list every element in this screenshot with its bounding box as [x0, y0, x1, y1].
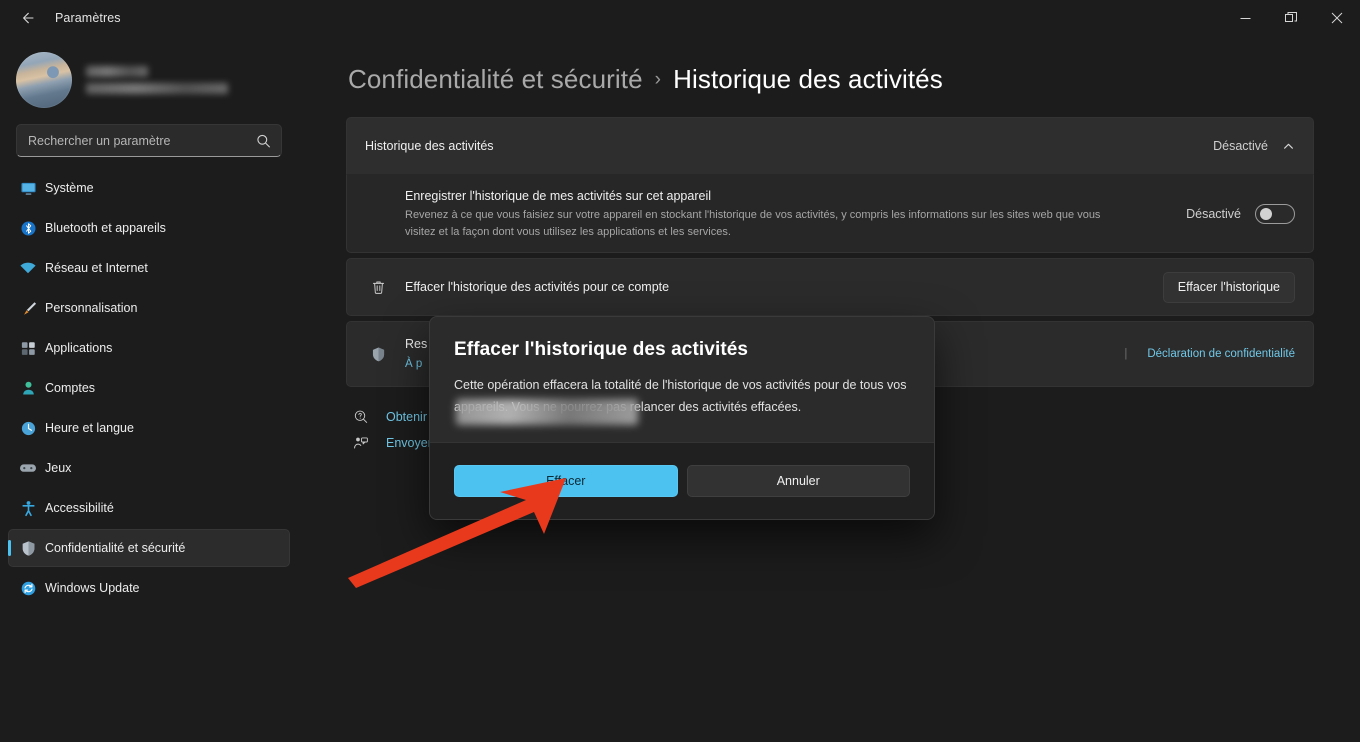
window-controls	[1222, 0, 1360, 36]
search-box[interactable]	[16, 124, 282, 157]
chevron-up-icon[interactable]	[1282, 140, 1295, 153]
avatar	[16, 52, 72, 108]
wifi-icon	[19, 259, 37, 277]
link-separator: |	[1124, 348, 1128, 361]
shield-icon	[19, 539, 37, 557]
sidebar: Système Bluetooth et appareils	[0, 36, 298, 742]
sidebar-item-systeme[interactable]: Système	[8, 169, 290, 207]
sidebar-item-label: Heure et langue	[45, 420, 134, 435]
device-history-toggle[interactable]	[1255, 203, 1295, 224]
expander-title: Historique des activités	[365, 138, 494, 153]
sidebar-item-label: Comptes	[45, 380, 96, 395]
bluetooth-icon	[19, 219, 37, 237]
sidebar-item-label: Windows Update	[45, 580, 140, 595]
profile-section[interactable]	[0, 44, 298, 120]
page-title: Historique des activités	[673, 64, 943, 94]
sidebar-item-bluetooth[interactable]: Bluetooth et appareils	[8, 209, 290, 247]
sidebar-item-label: Accessibilité	[45, 500, 114, 515]
breadcrumb: Confidentialité et sécurité › Historique…	[348, 64, 1314, 95]
device-history-title: Enregistrer l'historique de mes activité…	[405, 189, 711, 203]
apps-grid-icon	[19, 339, 37, 357]
breadcrumb-parent[interactable]: Confidentialité et sécurité	[348, 64, 643, 95]
sidebar-item-label: Personnalisation	[45, 300, 138, 315]
get-help-label: Obtenir	[386, 410, 427, 425]
device-history-description: Revenez à ce que vous faisiez sur votre …	[405, 209, 1101, 238]
sidebar-item-windows-update[interactable]: Windows Update	[8, 569, 290, 607]
sidebar-item-label: Jeux	[45, 460, 72, 475]
send-feedback-label: Envoyer	[386, 436, 432, 451]
sidebar-item-comptes[interactable]: Comptes	[8, 369, 290, 407]
redacted-email	[86, 83, 228, 94]
dialog-confirm-button[interactable]: Effacer	[454, 465, 678, 497]
sidebar-item-label: Applications	[45, 340, 113, 355]
gamepad-icon	[19, 459, 37, 477]
redacted-name	[86, 66, 148, 77]
dialog-body-line3: activités effacées.	[702, 399, 802, 414]
restore-button[interactable]	[1268, 0, 1314, 36]
activity-history-expander[interactable]: Historique des activités Désactivé	[346, 117, 1314, 175]
clear-history-row: Effacer l'historique des activités pour …	[347, 259, 1313, 315]
minimize-button[interactable]	[1222, 0, 1268, 36]
accessibility-person-icon	[19, 499, 37, 517]
search-section	[0, 120, 298, 167]
back-button[interactable]	[8, 3, 46, 33]
sidebar-item-applications[interactable]: Applications	[8, 329, 290, 367]
sidebar-item-label: Bluetooth et appareils	[45, 220, 166, 235]
update-refresh-icon	[19, 579, 37, 597]
help-question-icon	[350, 409, 372, 425]
device-history-toggle-state: Désactivé	[1186, 206, 1241, 221]
dialog-body-line1: Cette opération effacera la totalité de …	[454, 378, 840, 392]
dialog-body: Cette opération effacera la totalité de …	[454, 375, 910, 425]
dialog-title: Effacer l'historique des activités	[454, 339, 749, 360]
privacy-statement-link[interactable]: Déclaration de confidentialité	[1147, 348, 1295, 360]
toggle-knob	[1260, 207, 1272, 220]
shield-icon	[365, 346, 391, 363]
sidebar-item-label: Réseau et Internet	[45, 260, 148, 275]
display-icon	[19, 179, 37, 197]
sidebar-item-jeux[interactable]: Jeux	[8, 449, 290, 487]
profile-name-redacted	[86, 66, 228, 94]
trash-icon	[365, 279, 391, 296]
app-title: Paramètres	[55, 11, 121, 25]
expander-header-row[interactable]: Historique des activités Désactivé	[347, 118, 1313, 174]
clear-history-card: Effacer l'historique des activités pour …	[346, 258, 1314, 317]
sidebar-item-label: Système	[45, 180, 94, 195]
device-history-row: Enregistrer l'historique de mes activité…	[347, 175, 1313, 252]
sidebar-item-heure-langue[interactable]: Heure et langue	[8, 409, 290, 447]
redacted-account-name	[456, 399, 638, 425]
sidebar-item-confidentialite-securite[interactable]: Confidentialité et sécurité	[8, 529, 290, 567]
sidebar-item-personnalisation[interactable]: Personnalisation	[8, 289, 290, 327]
settings-window: Paramètres Rechercher un paramètre Systè…	[0, 0, 1360, 742]
sidebar-item-label: Confidentialité et sécurité	[45, 540, 186, 555]
sidebar-nav: Système Bluetooth et appareils Réseau et…	[0, 167, 298, 607]
close-button[interactable]	[1314, 0, 1360, 36]
clear-history-button[interactable]: Effacer l'historique	[1162, 271, 1295, 303]
device-history-card: Enregistrer l'historique de mes activité…	[346, 175, 1314, 254]
search-icon	[256, 133, 271, 148]
clear-activity-history-dialog: Effacer l'historique des activités Cette…	[429, 316, 935, 520]
resources-subtitle[interactable]: À p	[405, 358, 422, 370]
paintbrush-icon	[19, 299, 37, 317]
title-bar: Paramètres	[0, 0, 1360, 36]
clear-history-title: Effacer l'historique des activités pour …	[405, 280, 670, 295]
search-input[interactable]	[17, 125, 281, 156]
dialog-content: Effacer l'historique des activités Cette…	[430, 317, 934, 442]
expander-state: Désactivé	[1213, 139, 1268, 153]
account-person-icon	[19, 379, 37, 397]
feedback-icon	[350, 435, 372, 451]
sidebar-item-reseau[interactable]: Réseau et Internet	[8, 249, 290, 287]
dialog-footer: Effacer Annuler	[430, 442, 934, 519]
sidebar-item-accessibilite[interactable]: Accessibilité	[8, 489, 290, 527]
breadcrumb-separator: ›	[654, 68, 662, 90]
clock-icon	[19, 419, 37, 437]
dialog-cancel-button[interactable]: Annuler	[686, 465, 910, 497]
